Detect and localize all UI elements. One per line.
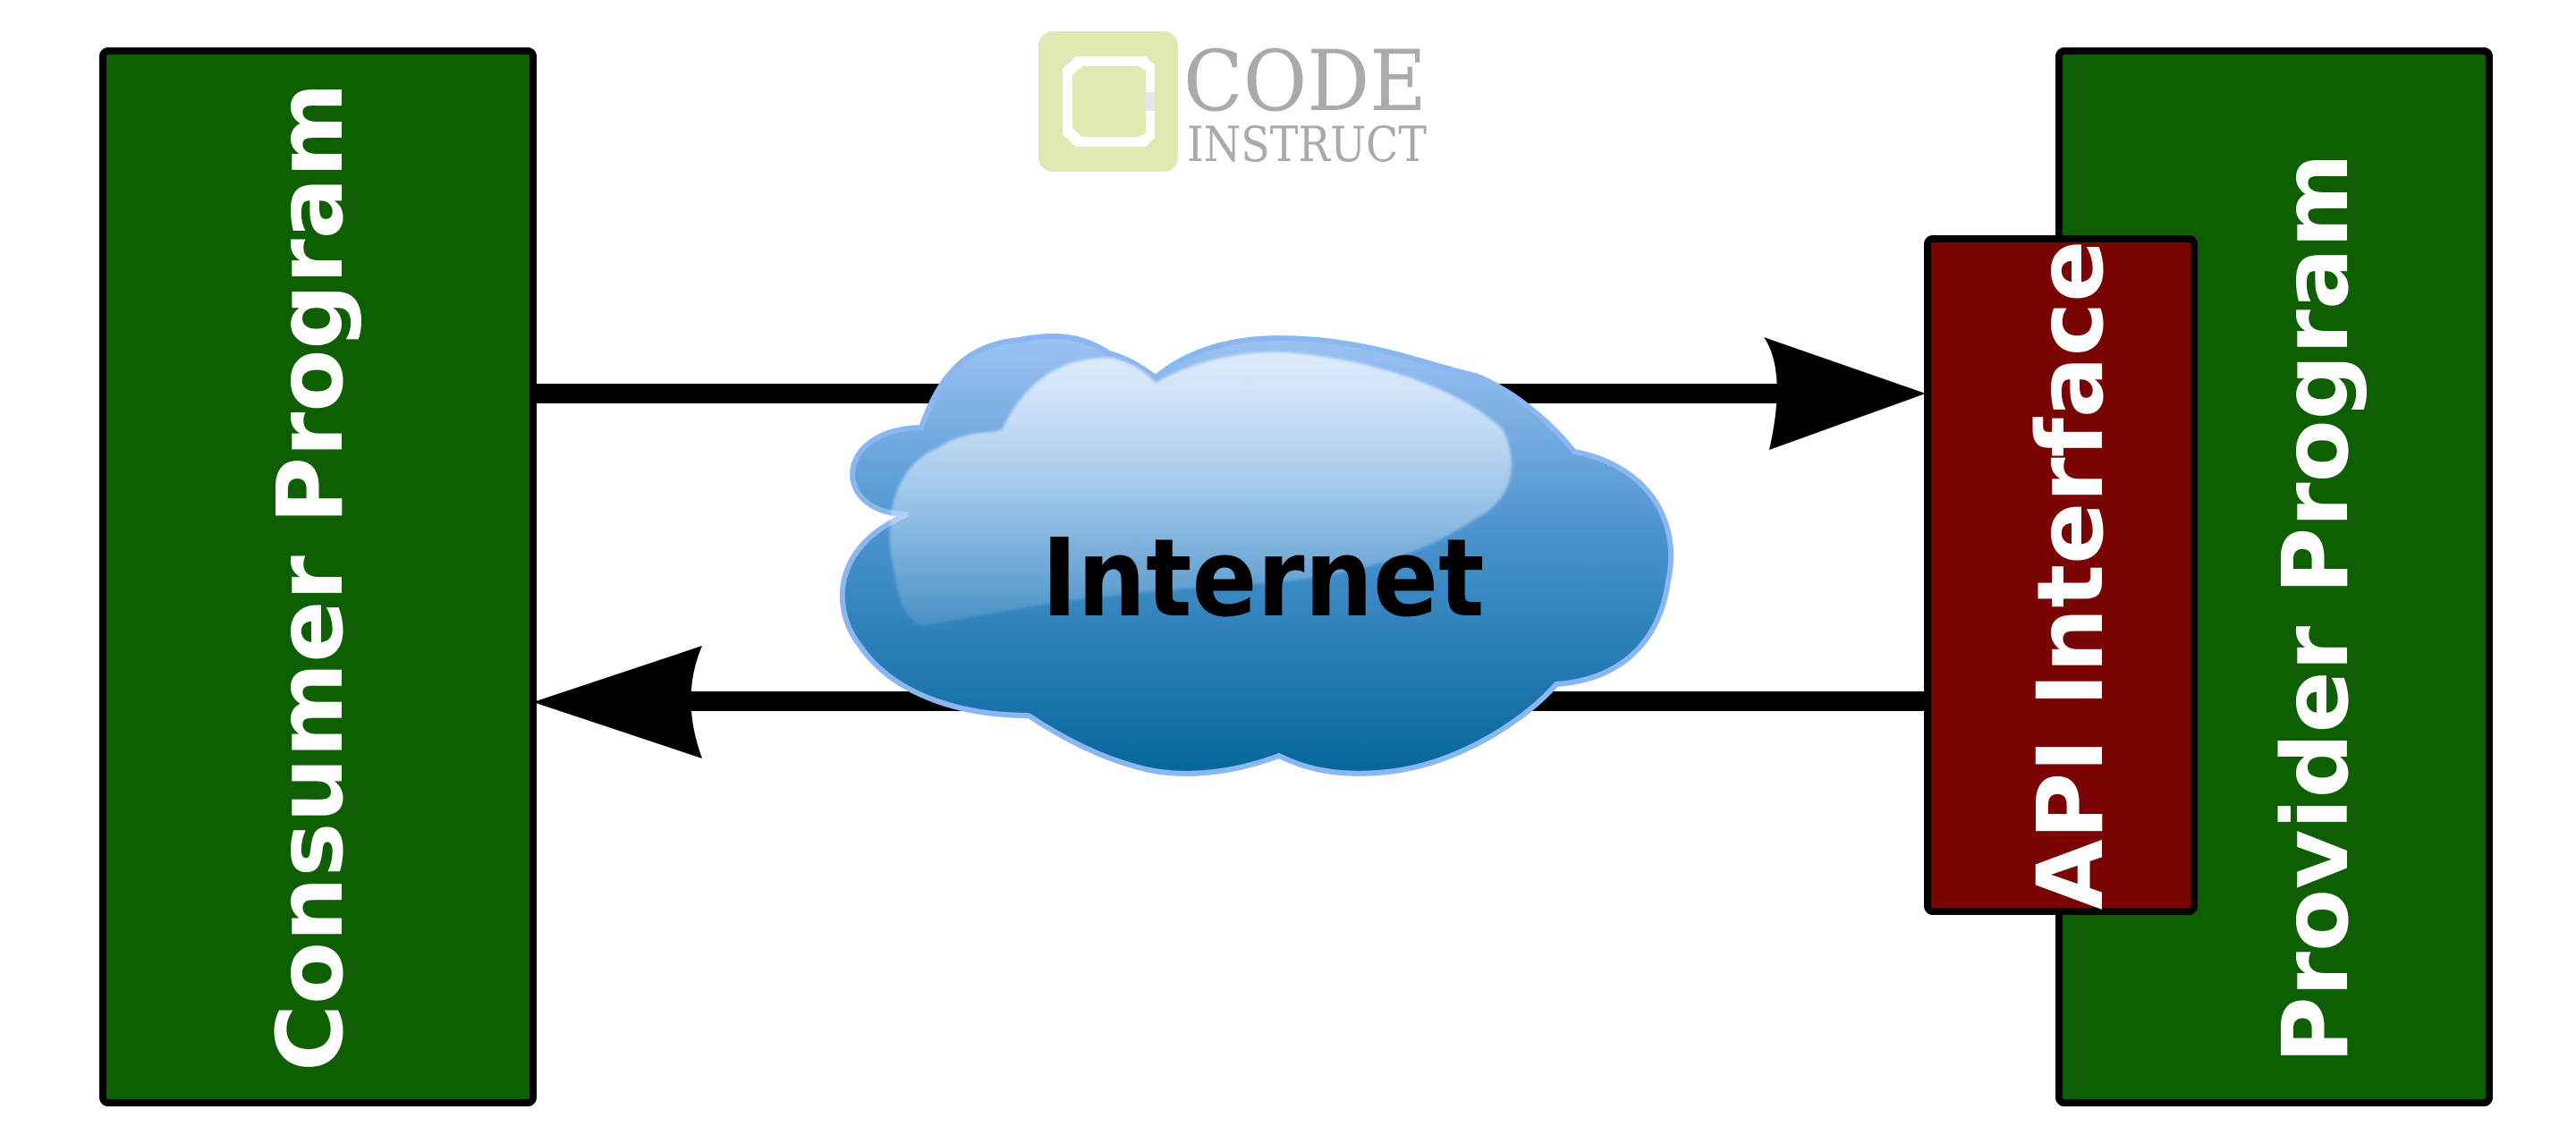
consumer-program-label: Consumer Program: [258, 82, 364, 1071]
logo: CODE INSTRUCT: [1038, 31, 1427, 173]
provider-program-label: Provider Program: [2263, 153, 2369, 1063]
arrow-head-left-icon: [533, 646, 702, 758]
api-diagram: CODE INSTRUCT Consumer Program Provider …: [99, 31, 2493, 1106]
api-interface-node: API Interface: [1924, 235, 2198, 915]
internet-label: Internet: [1042, 517, 1485, 641]
api-interface-label: API Interface: [2018, 241, 2124, 911]
code-institute-logo-icon: [1038, 31, 1178, 172]
arrow-head-right-icon: [1764, 337, 1926, 450]
consumer-program-node: Consumer Program: [99, 47, 537, 1106]
logo-text-instruct: INSTRUCT: [1187, 116, 1427, 173]
